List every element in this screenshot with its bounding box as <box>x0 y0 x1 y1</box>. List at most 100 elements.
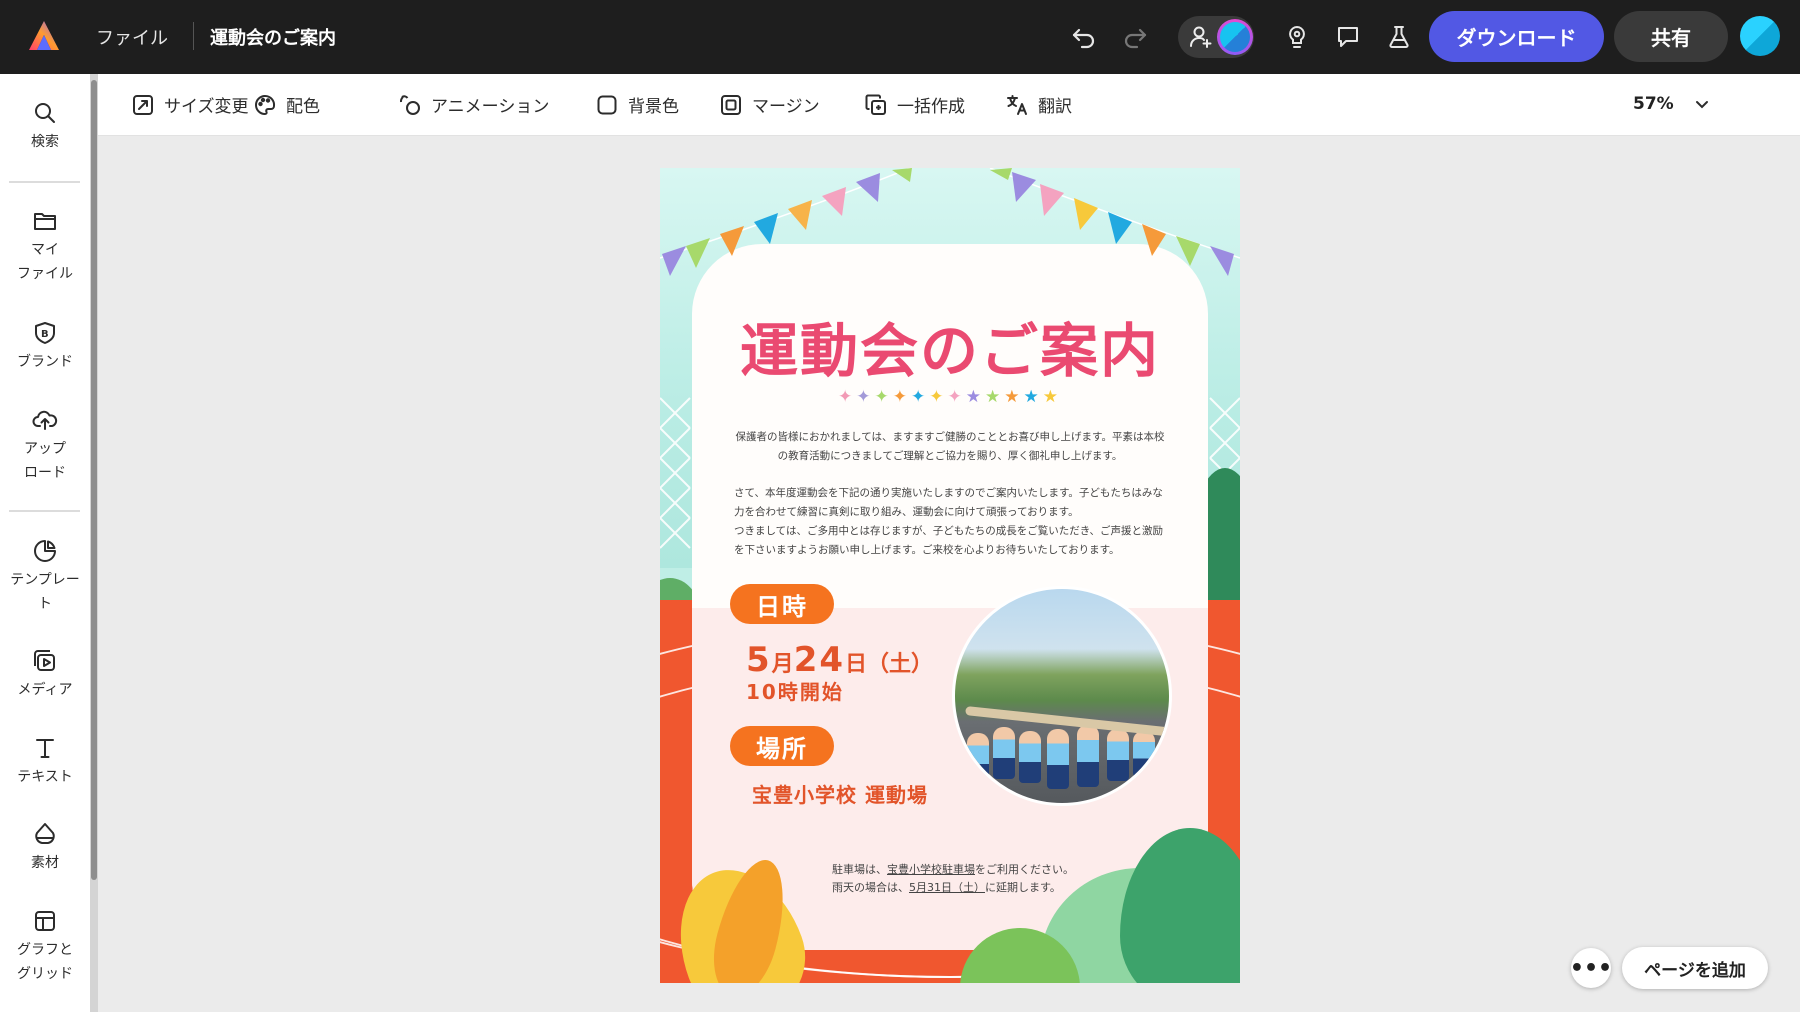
file-menu[interactable]: ファイル <box>96 24 168 50</box>
comment-icon[interactable] <box>1331 20 1365 54</box>
sidebar-item-my-files[interactable]: マイ ファイル <box>0 208 90 286</box>
date-month-unit: 月 <box>771 652 794 677</box>
app-logo-icon[interactable] <box>26 18 62 54</box>
rain-note-prefix: 雨天の場合は、 <box>832 881 909 894</box>
date-weekday: （土） <box>867 652 934 677</box>
photo-figure <box>1107 729 1129 781</box>
photo-figure <box>1019 731 1041 783</box>
sidebar-item-label: メディア <box>17 682 73 698</box>
text-icon <box>36 739 54 758</box>
photo-figure <box>1133 731 1155 777</box>
date-month: 5 <box>746 640 772 680</box>
sidebar-item-label: 検索 <box>31 134 59 150</box>
more-options-button[interactable]: ••• <box>1570 948 1612 988</box>
sidebar-item-label: テキスト <box>17 769 73 785</box>
sidebar-item-label: アップ ロード <box>24 441 66 481</box>
add-page-button[interactable]: ページを追加 <box>1622 947 1768 989</box>
sidebar-item-search[interactable]: 検索 <box>0 100 90 154</box>
chevron-down-icon <box>1695 101 1708 109</box>
animation-label: アニメーション <box>431 97 550 117</box>
sidebar-item-text[interactable]: テキスト <box>0 735 90 789</box>
collaborator-avatar[interactable] <box>1217 19 1253 55</box>
photo-figure <box>967 733 989 785</box>
top-bar: ファイル 運動会のご案内 ダウンロード 共有 <box>0 0 1800 74</box>
venue-name[interactable]: 宝豊小学校 運動場 <box>752 779 928 808</box>
flask-icon[interactable] <box>1382 20 1416 54</box>
sidebar-item-charts-grids[interactable]: グラフと グリッド <box>0 908 90 986</box>
brand-icon: B <box>35 322 55 344</box>
document-title[interactable]: 運動会のご案内 <box>210 24 336 50</box>
body-paragraph-1[interactable]: さて、本年度運動会を下記の通り実施いたしますのでご案内いたします。子どもたちはみ… <box>734 484 1166 522</box>
date-heading-badge[interactable]: 日時 <box>730 584 834 624</box>
date-day: 24 <box>793 640 846 680</box>
shapes-icon <box>35 823 55 844</box>
sidebar-item-media[interactable]: メディア <box>0 648 90 702</box>
sparkle-divider: ✦✦✦✦✦✦✦★★★★★ <box>838 387 1062 407</box>
resize-button[interactable]: サイズ変更 <box>131 92 249 117</box>
search-icon <box>35 103 55 123</box>
lightbulb-icon[interactable] <box>1280 20 1314 54</box>
greeting-paragraph[interactable]: 保護者の皆様におかれましては、ますますご健勝のこととお喜び申し上げます。平素は本… <box>734 428 1166 466</box>
parking-note-prefix: 駐車場は、 <box>832 863 887 876</box>
sidebar-divider <box>9 181 80 183</box>
undo-icon[interactable] <box>1067 20 1101 54</box>
share-button[interactable]: 共有 <box>1614 11 1728 62</box>
palette-icon <box>255 94 276 115</box>
translate-icon <box>1007 94 1027 115</box>
zoom-dropdown[interactable]: 57% <box>1633 94 1710 114</box>
body-paragraph-2[interactable]: つきましては、ご多用中とは存じますが、子どもたちの成長をご覧いただき、ご声援と激… <box>734 522 1166 560</box>
sidebar-item-label: ブランド <box>17 354 73 370</box>
poster-title[interactable]: 運動会のご案内 <box>660 304 1240 388</box>
translate-label: 翻訳 <box>1038 97 1072 117</box>
margin-label: マージン <box>752 97 820 117</box>
color-label: 配色 <box>286 97 320 117</box>
margin-button[interactable]: マージン <box>719 92 820 117</box>
event-date[interactable]: 5月24日（土） <box>746 640 933 680</box>
template-icon <box>34 540 56 562</box>
venue-heading-badge[interactable]: 場所 <box>730 726 834 766</box>
parking-link: 宝豊小学校駐車場 <box>887 863 975 876</box>
margin-icon <box>721 94 741 115</box>
date-day-unit: 日 <box>845 652 868 677</box>
sidebar-item-upload[interactable]: アップ ロード <box>0 407 90 485</box>
sidebar-scrollbar[interactable] <box>90 74 98 1012</box>
invite-person-icon[interactable] <box>1188 24 1214 50</box>
rain-note[interactable]: 雨天の場合は、5月31日（土）に延期します。 <box>832 879 1152 897</box>
download-button[interactable]: ダウンロード <box>1429 11 1604 62</box>
rain-note-suffix: に延期します。 <box>985 881 1061 894</box>
rain-date-link: 5月31日（土） <box>909 881 985 894</box>
bulk-create-button[interactable]: 一括作成 <box>864 92 965 117</box>
parking-note-suffix: をご利用ください。 <box>975 863 1074 876</box>
sidebar-item-elements[interactable]: 素材 <box>0 821 90 875</box>
color-button[interactable]: 配色 <box>253 92 320 117</box>
background-label: 背景色 <box>628 97 679 117</box>
resize-label: サイズ変更 <box>164 97 249 117</box>
background-color-icon <box>597 95 617 114</box>
folder-icon <box>34 213 56 230</box>
photo-figure <box>993 727 1015 779</box>
photo-figure <box>1077 725 1099 787</box>
background-color-button[interactable]: 背景色 <box>595 92 679 117</box>
sidebar-item-label: 素材 <box>31 855 59 871</box>
user-avatar[interactable] <box>1740 16 1780 56</box>
redo-icon[interactable] <box>1118 20 1152 54</box>
sidebar-item-brand[interactable]: B ブランド <box>0 320 90 374</box>
bulk-create-icon <box>865 94 886 115</box>
parking-note[interactable]: 駐車場は、宝豊小学校駐車場をご利用ください。 <box>832 861 1152 879</box>
svg-text:B: B <box>41 329 49 340</box>
event-time[interactable]: 10時開始 <box>746 676 844 705</box>
sidebar-item-label: テンプレー ト <box>10 572 80 612</box>
tug-of-war-photo[interactable] <box>952 586 1172 806</box>
left-sidebar: 検索 マイ ファイル B ブランド アップ ロード テンプレー ト メディア テ… <box>0 74 90 1012</box>
sidebar-item-label: グラフと グリッド <box>17 942 73 982</box>
sidebar-item-label: マイ ファイル <box>17 242 73 282</box>
translate-button[interactable]: 翻訳 <box>1005 92 1072 117</box>
sidebar-item-templates[interactable]: テンプレー ト <box>0 538 90 616</box>
upload-cloud-icon <box>32 410 58 430</box>
poster-page[interactable]: 運動会のご案内 ✦✦✦✦✦✦✦★★★★★ 保護者の皆様におかれましては、ますます… <box>660 168 1240 983</box>
sidebar-divider <box>9 510 80 512</box>
animation-button[interactable]: アニメーション <box>398 92 549 117</box>
photo-figure <box>1047 729 1069 789</box>
collaborators[interactable] <box>1178 16 1254 58</box>
scrollbar-thumb[interactable] <box>91 80 97 880</box>
